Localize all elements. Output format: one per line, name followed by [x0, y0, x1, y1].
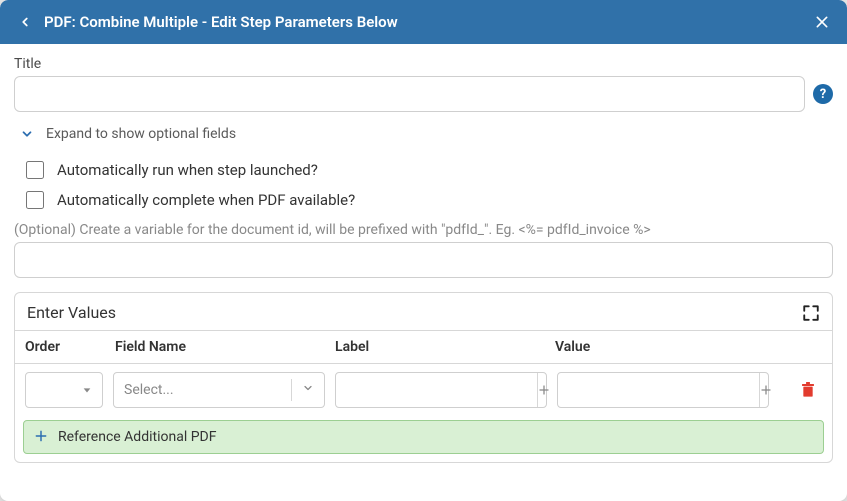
title-label: Title: [14, 56, 833, 72]
caret-down-icon: [82, 385, 92, 395]
plus-icon: [760, 384, 772, 396]
auto-complete-label: Automatically complete when PDF availabl…: [57, 191, 355, 209]
modal-title: PDF: Combine Multiple - Edit Step Parame…: [44, 13, 811, 31]
label-add-button[interactable]: [537, 373, 550, 407]
value-cell: [557, 372, 769, 408]
auto-run-checkbox[interactable]: [26, 161, 44, 179]
value-input[interactable]: [558, 373, 759, 407]
column-action: [765, 331, 832, 363]
column-value: Value: [545, 331, 765, 363]
chevron-left-icon: [18, 15, 32, 29]
panel-title: Enter Values: [27, 303, 116, 322]
column-field: Field Name: [105, 331, 325, 363]
auto-run-label: Automatically run when step launched?: [57, 161, 318, 179]
chevron-down-icon: [20, 127, 34, 141]
help-button[interactable]: ?: [813, 84, 833, 104]
fullscreen-button[interactable]: [802, 304, 820, 322]
auto-run-row[interactable]: Automatically run when step launched?: [22, 158, 833, 182]
column-label: Label: [325, 331, 545, 363]
caret-down-icon: [302, 382, 314, 398]
trash-icon: [800, 381, 816, 399]
label-input[interactable]: [336, 373, 537, 407]
modal-dialog: PDF: Combine Multiple - Edit Step Parame…: [0, 0, 847, 501]
close-button[interactable]: [811, 11, 833, 33]
title-input[interactable]: [14, 76, 805, 112]
separator: [291, 379, 292, 401]
panel-header: Enter Values: [15, 293, 832, 330]
column-order: Order: [15, 331, 105, 363]
enter-values-panel: Enter Values Order Field Name Label Valu…: [14, 292, 833, 463]
delete-row-button[interactable]: [800, 381, 816, 399]
label-cell: [335, 372, 547, 408]
reference-additional-pdf-button[interactable]: Reference Additional PDF: [23, 420, 824, 454]
reference-additional-pdf-label: Reference Additional PDF: [58, 429, 216, 445]
table-row: Select...: [15, 364, 832, 416]
modal-body: Title ? Expand to show optional fields A…: [0, 44, 847, 501]
auto-complete-row[interactable]: Automatically complete when PDF availabl…: [22, 188, 833, 212]
plus-icon: [34, 427, 48, 448]
close-icon: [814, 14, 830, 30]
value-add-button[interactable]: [759, 373, 772, 407]
variable-input[interactable]: [14, 242, 833, 278]
plus-icon: [538, 384, 550, 396]
order-dropdown[interactable]: [25, 372, 103, 408]
grid-header-row: Order Field Name Label Value: [15, 330, 832, 364]
variable-hint: (Optional) Create a variable for the doc…: [14, 222, 833, 238]
field-name-select[interactable]: Select...: [113, 372, 325, 408]
expand-optional-label: Expand to show optional fields: [46, 126, 236, 142]
expand-icon: [802, 304, 820, 322]
expand-optional-toggle[interactable]: Expand to show optional fields: [20, 126, 833, 142]
back-button[interactable]: [14, 11, 36, 33]
title-row: ?: [14, 76, 833, 112]
modal-header: PDF: Combine Multiple - Edit Step Parame…: [0, 0, 847, 44]
field-name-placeholder: Select...: [124, 382, 174, 398]
auto-complete-checkbox[interactable]: [26, 191, 44, 209]
